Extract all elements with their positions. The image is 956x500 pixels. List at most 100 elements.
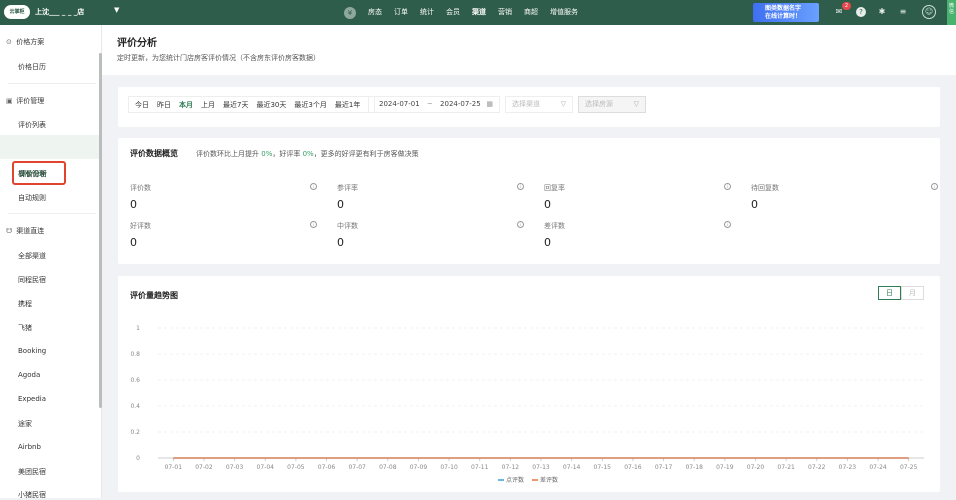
nav-item-value-added[interactable]: 增值服务 xyxy=(550,0,578,25)
range-last-7-days[interactable]: 最近7天 xyxy=(223,100,248,110)
metric-label: 好评数 xyxy=(130,222,151,230)
nav-item-orders[interactable]: 订单 xyxy=(394,0,408,25)
sidebar-item-all-channels[interactable]: 全部渠道 xyxy=(18,251,46,261)
comment-icon: ▣ xyxy=(6,97,13,105)
channel-icon: ☋ xyxy=(6,227,13,235)
sidebar-item-xiaozhu[interactable]: 小猪民宿 xyxy=(18,490,46,500)
avatar[interactable]: ☺ xyxy=(922,5,936,19)
range-last-3-months[interactable]: 最近3个月 xyxy=(294,100,326,110)
metric-positive-count: 好评数 0 i xyxy=(130,221,317,249)
sidebar-item-ctrip[interactable]: 携程 xyxy=(18,299,32,309)
y-tick-label: 0.8 xyxy=(130,351,140,358)
filter-icon: ▽ xyxy=(633,100,639,108)
metric-value: 0 xyxy=(751,198,758,211)
menu-icon[interactable]: ≡ xyxy=(898,7,908,17)
room-select-placeholder: 选择房源 xyxy=(585,100,613,108)
sidebar-group-reviews[interactable]: ▣ 评价管理 xyxy=(6,96,44,106)
x-tick-label: 07-10 xyxy=(440,464,458,471)
x-tick-label: 07-07 xyxy=(348,464,366,471)
trend-chart: 0 0.2 0.4 0.6 0.8 1 07-01 07-02 07-03 07-04 07-05 0… xyxy=(130,325,924,484)
help-icon[interactable]: ? xyxy=(856,7,866,17)
metric-value: 0 xyxy=(337,236,344,249)
main-nav: ¥ 房态 订单 统计 会员 渠道 营销 商超 增值服务 xyxy=(344,0,590,25)
promo-banner[interactable]: 图类数据名字 在线计算时！ xyxy=(753,3,819,22)
sidebar-item-auto-rules[interactable]: 自动规则 xyxy=(18,193,46,203)
x-tick-label: 07-03 xyxy=(226,464,244,471)
y-tick-label: 0.2 xyxy=(130,429,140,436)
side-tab[interactable]: 微信 xyxy=(947,0,956,25)
filter-card: 今日 昨日 本月 上月 最近7天 最近30天 最近3个月 最近1年 2024-0… xyxy=(118,87,940,127)
info-icon[interactable]: i xyxy=(517,221,524,228)
caret-down-icon[interactable]: ▼ xyxy=(114,6,119,14)
brand-logo[interactable]: 云掌柜 xyxy=(4,5,30,19)
info-icon[interactable]: i xyxy=(310,183,317,190)
sidebar-item-tujia[interactable]: 途家 xyxy=(18,419,32,429)
sidebar-item-review-list[interactable]: 评价列表 xyxy=(18,120,46,130)
nav-item-room-status[interactable]: 房态 xyxy=(368,0,382,25)
store-name[interactable]: 上沈___ _ _ _店 xyxy=(35,7,84,17)
info-icon[interactable]: i xyxy=(931,183,938,190)
x-tick-label: 07-24 xyxy=(869,464,887,471)
nav-item-channels[interactable]: 渠道 xyxy=(472,0,486,25)
gear-icon[interactable]: ✱ xyxy=(877,7,887,17)
legend-label: 点评数 xyxy=(506,476,524,484)
nav-item-marketing[interactable]: 营销 xyxy=(498,0,512,25)
nav-item-mall[interactable]: 商超 xyxy=(524,0,538,25)
info-icon[interactable]: i xyxy=(310,221,317,228)
sidebar-item-expedia[interactable]: Expedia xyxy=(18,395,46,403)
toggle-day[interactable]: 日 xyxy=(878,286,901,300)
x-tick-label: 07-20 xyxy=(747,464,765,471)
room-select[interactable]: 选择房源 ▽ xyxy=(578,96,646,113)
sidebar-item-booking[interactable]: Booking xyxy=(18,347,46,355)
home-icon[interactable]: ¥ xyxy=(344,6,356,19)
info-icon[interactable]: i xyxy=(517,183,524,190)
sidebar-item-templates[interactable]: 模版管理 xyxy=(18,169,46,179)
range-yesterday[interactable]: 昨日 xyxy=(157,100,171,110)
sidebar-item-fliggy[interactable]: 飞猪 xyxy=(18,323,32,333)
metric-value: 0 xyxy=(544,236,551,249)
sidebar-item-agoda[interactable]: Agoda xyxy=(18,371,40,379)
y-tick-label: 0 xyxy=(136,455,140,462)
range-last-month[interactable]: 上月 xyxy=(201,100,215,110)
channel-select-placeholder: 选择渠道 xyxy=(512,100,540,108)
sidebar-item-tongcheng[interactable]: 同程民宿 xyxy=(18,275,46,285)
x-tick-label: 07-12 xyxy=(502,464,520,471)
sidebar-scrollbar[interactable] xyxy=(99,53,102,408)
sidebar-item-price-calendar[interactable]: 价格日历 xyxy=(18,62,46,72)
sidebar-group-price[interactable]: ⊙ 价格方案 xyxy=(6,37,44,47)
range-today[interactable]: 今日 xyxy=(135,100,149,110)
note-mid: ，好评率 xyxy=(272,150,301,158)
date-range-picker[interactable]: 2024-07-01 ~ 2024-07-25 ▦ xyxy=(368,96,500,113)
metric-neutral-count: 中评数 0 i xyxy=(337,221,524,249)
metric-pending-reply: 待回复数 0 i xyxy=(751,183,938,211)
sidebar-item-airbnb[interactable]: Airbnb xyxy=(18,443,41,451)
overview-title: 评价数据概览 xyxy=(130,149,178,158)
metric-value: 0 xyxy=(130,236,137,249)
range-last-year[interactable]: 最近1年 xyxy=(335,100,360,110)
x-tick-label: 07-05 xyxy=(287,464,305,471)
range-last-30-days[interactable]: 最近30天 xyxy=(256,100,286,110)
metric-label: 评价数 xyxy=(130,184,151,192)
nav-item-stats[interactable]: 统计 xyxy=(420,0,434,25)
divider xyxy=(8,213,96,214)
date-separator: ~ xyxy=(426,100,433,108)
granularity-toggle: 日 月 xyxy=(878,286,924,300)
sidebar-item-meituan[interactable]: 美团民宿 xyxy=(18,467,46,477)
x-tick-label: 07-17 xyxy=(655,464,673,471)
sidebar-hover-bg xyxy=(0,135,99,159)
sidebar-group-channels[interactable]: ☋ 渠道直连 xyxy=(6,226,44,236)
x-tick-label: 07-25 xyxy=(900,464,918,471)
info-icon[interactable]: i xyxy=(724,183,731,190)
promo-line-1: 图类数据名字 xyxy=(765,5,802,12)
nav-item-members[interactable]: 会员 xyxy=(446,0,460,25)
channel-select[interactable]: 选择渠道 ▽ xyxy=(505,96,573,113)
note-prefix: 评价数环比上月提升 xyxy=(196,150,259,158)
range-this-month[interactable]: 本月 xyxy=(179,100,193,110)
sidebar: ⊙ 价格方案 价格日历 ▣ 评价管理 评价列表 评价分析 模版管理 自动规则 ☋… xyxy=(0,25,102,500)
x-tick-label: 07-15 xyxy=(594,464,612,471)
metric-label: 待回复数 xyxy=(751,184,779,192)
x-tick-label: 07-18 xyxy=(685,464,703,471)
sidebar-group-label: 价格方案 xyxy=(16,38,45,46)
toggle-month[interactable]: 月 xyxy=(901,286,924,300)
info-icon[interactable]: i xyxy=(724,221,731,228)
